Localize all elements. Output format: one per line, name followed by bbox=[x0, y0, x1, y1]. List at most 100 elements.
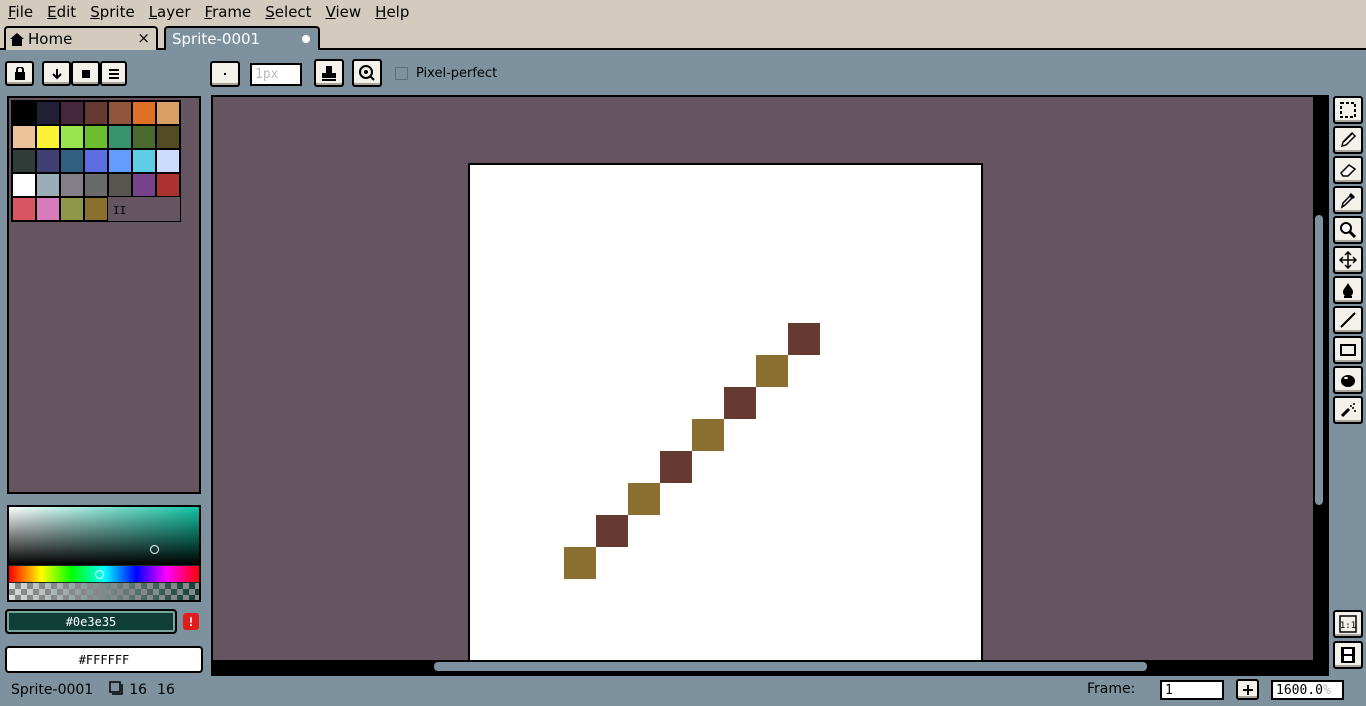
palette-swatch[interactable] bbox=[36, 173, 60, 197]
brush-type-button[interactable] bbox=[210, 61, 240, 87]
palette-swatch[interactable] bbox=[84, 101, 108, 125]
palette-swatch[interactable] bbox=[84, 197, 108, 221]
menu-help[interactable]: Help bbox=[371, 3, 413, 21]
spray-tool[interactable] bbox=[1333, 396, 1363, 424]
sprite-pixel bbox=[788, 323, 820, 355]
palette-swatch[interactable] bbox=[108, 149, 132, 173]
palette-swatch[interactable] bbox=[36, 125, 60, 149]
palette-options-button[interactable] bbox=[100, 61, 127, 86]
new-frame-button[interactable] bbox=[1236, 679, 1259, 700]
move-icon bbox=[1339, 251, 1357, 269]
palette-pause-glyph: II bbox=[113, 204, 127, 217]
zoom-unit: % bbox=[1322, 682, 1331, 698]
menu-sprite[interactable]: Sprite bbox=[86, 3, 139, 21]
frame-input[interactable]: 1 bbox=[1160, 680, 1224, 700]
close-icon[interactable]: × bbox=[137, 29, 150, 47]
warning-icon[interactable]: ! bbox=[183, 613, 199, 630]
palette-swatch[interactable] bbox=[60, 173, 84, 197]
palette-swatch[interactable] bbox=[12, 197, 36, 221]
tab-home-label: Home bbox=[28, 30, 73, 48]
vertical-scrollbar[interactable] bbox=[1313, 97, 1327, 660]
ink-button[interactable] bbox=[314, 59, 344, 87]
palette-swatch[interactable] bbox=[12, 173, 36, 197]
menu-edit[interactable]: Edit bbox=[43, 3, 80, 21]
palette-swatch[interactable] bbox=[36, 101, 60, 125]
paint-bucket-tool[interactable] bbox=[1333, 276, 1363, 304]
marquee-icon bbox=[1340, 102, 1356, 118]
palette-swatch[interactable] bbox=[156, 149, 180, 173]
sv-cursor[interactable] bbox=[150, 545, 159, 554]
ellipse-tool[interactable] bbox=[1333, 366, 1363, 394]
palette-swatch[interactable] bbox=[12, 125, 36, 149]
palette-swatch[interactable] bbox=[36, 197, 60, 221]
zoom-tool[interactable] bbox=[1333, 216, 1363, 244]
color-picker[interactable] bbox=[7, 505, 201, 602]
brush-size-input[interactable]: 1px bbox=[250, 63, 302, 86]
palette-swatch[interactable] bbox=[36, 149, 60, 173]
sprite-pixel bbox=[724, 387, 756, 419]
palette-swatch[interactable] bbox=[12, 101, 36, 125]
line-tool[interactable] bbox=[1333, 306, 1363, 334]
palette-swatch[interactable] bbox=[60, 197, 84, 221]
foreground-color-field[interactable]: #0e3e35 bbox=[5, 609, 177, 634]
alpha-slider[interactable] bbox=[9, 583, 199, 600]
timeline-button[interactable] bbox=[1333, 641, 1363, 669]
actual-size-button[interactable]: 1:1 bbox=[1333, 610, 1363, 638]
palette-swatch[interactable] bbox=[60, 149, 84, 173]
hue-cursor[interactable] bbox=[95, 570, 104, 579]
palette-swatch[interactable] bbox=[84, 125, 108, 149]
menu-select[interactable]: Select bbox=[261, 3, 315, 21]
palette-swatch[interactable] bbox=[156, 173, 180, 197]
symmetry-button[interactable] bbox=[352, 59, 382, 87]
sprite-pixel bbox=[660, 451, 692, 483]
palette-swatch[interactable] bbox=[60, 125, 84, 149]
saturation-value-area[interactable] bbox=[9, 507, 199, 565]
hue-slider[interactable] bbox=[9, 566, 199, 582]
palette-swatch[interactable] bbox=[108, 173, 132, 197]
palette-swatch[interactable] bbox=[156, 125, 180, 149]
home-icon bbox=[10, 32, 24, 46]
background-color-field[interactable]: #FFFFFF bbox=[5, 646, 203, 673]
palette-swatch[interactable] bbox=[84, 173, 108, 197]
palette-swatch[interactable] bbox=[156, 101, 180, 125]
menu-file[interactable]: File bbox=[4, 3, 37, 21]
horizontal-scrollbar[interactable] bbox=[213, 660, 1327, 674]
ink-icon bbox=[322, 66, 336, 81]
palette-swatch[interactable] bbox=[108, 101, 132, 125]
palette-swatch[interactable] bbox=[12, 149, 36, 173]
palette-swatch[interactable] bbox=[108, 125, 132, 149]
ellipse-icon bbox=[1341, 375, 1355, 387]
pixel-perfect-toggle[interactable]: Pixel-perfect bbox=[395, 66, 497, 81]
eraser-tool[interactable] bbox=[1333, 156, 1363, 184]
palette-view-button[interactable] bbox=[71, 61, 100, 86]
horizontal-scroll-thumb[interactable] bbox=[434, 662, 1147, 671]
palette-swatch[interactable] bbox=[132, 173, 156, 197]
zoom-input[interactable]: 1600.0% bbox=[1271, 680, 1344, 700]
palette-swatch[interactable] bbox=[132, 101, 156, 125]
sprite-canvas[interactable] bbox=[468, 163, 983, 663]
marquee-tool[interactable] bbox=[1333, 96, 1363, 124]
move-tool[interactable] bbox=[1333, 246, 1363, 274]
menu-frame[interactable]: Frame bbox=[201, 3, 256, 21]
palette-swatch[interactable] bbox=[132, 125, 156, 149]
eyedropper-tool[interactable] bbox=[1333, 186, 1363, 214]
editor-view[interactable] bbox=[211, 95, 1329, 676]
palette-swatch[interactable] bbox=[132, 149, 156, 173]
tab-home[interactable]: Home × bbox=[4, 26, 158, 50]
rectangle-tool[interactable] bbox=[1333, 336, 1363, 364]
lock-button[interactable] bbox=[5, 61, 34, 86]
vertical-scroll-thumb[interactable] bbox=[1315, 215, 1323, 505]
pixel-perfect-checkbox[interactable] bbox=[395, 67, 408, 80]
palette-swatch[interactable] bbox=[84, 149, 108, 173]
eraser-icon bbox=[1340, 164, 1357, 177]
tab-sprite[interactable]: Sprite-0001 bbox=[164, 26, 320, 50]
menu-view[interactable]: View bbox=[322, 3, 366, 21]
zoom-icon bbox=[1340, 222, 1357, 239]
sprite-size-icon bbox=[109, 681, 123, 699]
unsaved-dot-icon[interactable] bbox=[302, 35, 310, 43]
palette-swatch[interactable] bbox=[60, 101, 84, 125]
pencil-tool[interactable] bbox=[1333, 126, 1363, 154]
menu-layer[interactable]: Layer bbox=[145, 3, 195, 21]
sort-down-button[interactable] bbox=[42, 61, 71, 86]
plus-icon bbox=[1242, 684, 1253, 695]
